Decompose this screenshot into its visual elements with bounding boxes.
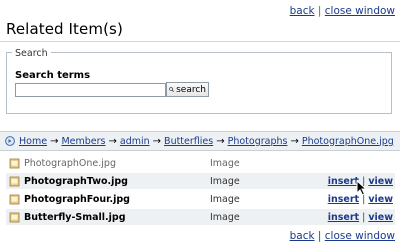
breadcrumb-arrow: →	[152, 135, 162, 147]
search-input[interactable]	[15, 83, 166, 97]
breadcrumb-arrow: →	[50, 135, 59, 147]
insert-link[interactable]: insert	[328, 194, 359, 205]
breadcrumb-members[interactable]: Members	[61, 136, 105, 147]
breadcrumb-current[interactable]: PhotographOne.jpg	[302, 136, 394, 147]
image-file-icon	[9, 158, 20, 168]
bottom-window-links: back | close window	[290, 230, 395, 242]
related-items-list: PhotographOne.jpg Image PhotographTwo.jp…	[6, 155, 395, 225]
insert-link[interactable]: insert	[328, 212, 359, 223]
item-name: PhotographOne.jpg	[24, 157, 116, 169]
top-window-links: back | close window	[290, 5, 395, 17]
breadcrumb-butterflies[interactable]: Butterflies	[164, 136, 213, 147]
mouse-pointer-icon	[356, 180, 368, 196]
item-name: PhotographFour.jpg	[24, 193, 130, 205]
back-link[interactable]: back	[290, 5, 315, 17]
magnifier-icon	[169, 87, 175, 92]
link-separator: |	[362, 211, 366, 223]
image-file-icon	[9, 212, 20, 222]
view-link[interactable]: view	[368, 176, 393, 187]
title-divider	[0, 41, 400, 42]
item-name: PhotographTwo.jpg	[24, 175, 128, 187]
link-separator: |	[317, 5, 322, 17]
view-link[interactable]: view	[368, 212, 393, 223]
link-separator: |	[317, 230, 322, 242]
close-window-link[interactable]: close window	[325, 5, 395, 17]
breadcrumb-home[interactable]: Home	[19, 136, 47, 147]
close-window-link[interactable]: close window	[325, 230, 395, 242]
view-link[interactable]: view	[368, 194, 393, 205]
search-legend: Search	[12, 48, 51, 59]
list-item: Butterfly-Small.jpg Image insert | view	[6, 209, 395, 225]
breadcrumb-arrow: →	[290, 135, 299, 147]
breadcrumb-photographs[interactable]: Photographs	[228, 136, 288, 147]
breadcrumb-arrow: →	[216, 135, 225, 147]
item-type: Image	[210, 157, 240, 169]
home-icon	[5, 136, 15, 146]
page-title: Related Item(s)	[6, 20, 123, 38]
breadcrumb-admin[interactable]: admin	[120, 136, 150, 147]
list-item: PhotographFour.jpg Image insert | view	[6, 191, 395, 207]
back-link[interactable]: back	[290, 230, 315, 242]
search-button-label: search	[176, 84, 206, 95]
image-file-icon	[9, 194, 20, 204]
insert-link[interactable]: insert	[328, 176, 359, 187]
list-item: PhotographTwo.jpg Image insert | view	[6, 173, 395, 189]
item-actions: insert | view	[328, 212, 393, 223]
list-item: PhotographOne.jpg Image	[6, 155, 395, 171]
item-name: Butterfly-Small.jpg	[24, 211, 126, 223]
search-terms-label: Search terms	[15, 70, 91, 81]
breadcrumb: Home → Members → admin → Butterflies → P…	[0, 131, 400, 151]
search-button[interactable]: search	[166, 82, 209, 97]
breadcrumb-arrow: →	[108, 135, 117, 147]
image-file-icon	[9, 176, 20, 186]
